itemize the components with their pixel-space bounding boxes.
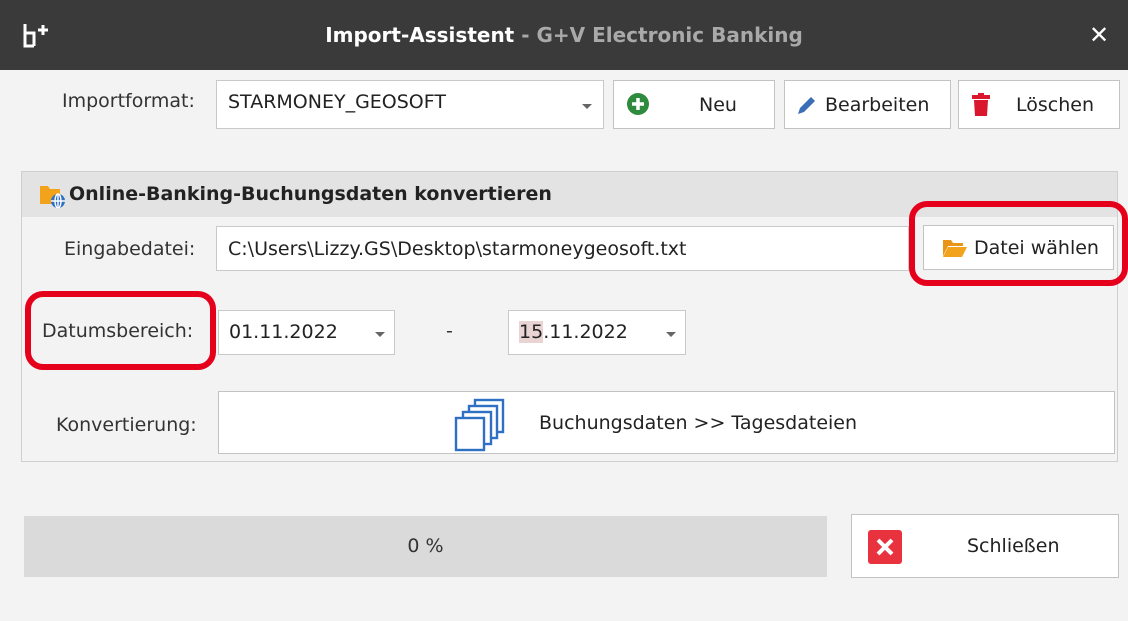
highlight-date-range bbox=[25, 291, 216, 370]
delete-button[interactable]: Löschen bbox=[958, 80, 1120, 129]
new-button-label: Neu bbox=[699, 94, 737, 116]
edit-button-label: Bearbeiten bbox=[825, 94, 930, 116]
window-title: Import-Assistent - G+V Electronic Bankin… bbox=[0, 0, 1128, 70]
convert-button-label: Buchungsdaten >> Tagesdateien bbox=[539, 412, 858, 434]
trash-icon bbox=[971, 93, 991, 122]
progress-bar: 0 % bbox=[24, 516, 827, 577]
date-to-rest: .11.2022 bbox=[543, 321, 628, 343]
input-file-value: C:\Users\Lizzy.GS\Desktop\starmoneygeoso… bbox=[228, 238, 687, 260]
delete-button-label: Löschen bbox=[1016, 94, 1094, 116]
date-separator: - bbox=[446, 320, 453, 342]
input-file-field[interactable]: C:\Users\Lizzy.GS\Desktop\starmoneygeoso… bbox=[216, 226, 909, 271]
date-to-value: 15.11.2022 bbox=[519, 321, 628, 343]
date-to-day: 15 bbox=[519, 321, 544, 343]
group-title: Online-Banking-Buchungsdaten konvertiere… bbox=[69, 183, 552, 205]
chevron-down-icon bbox=[582, 104, 592, 109]
title-bar: Import-Assistent - G+V Electronic Bankin… bbox=[0, 0, 1128, 70]
chevron-down-icon[interactable] bbox=[666, 332, 676, 337]
convert-button[interactable]: Buchungsdaten >> Tagesdateien bbox=[218, 391, 1115, 454]
date-to-picker[interactable]: 15.11.2022 bbox=[508, 310, 686, 355]
copy-stack-icon bbox=[453, 397, 507, 458]
close-button-label: Schließen bbox=[967, 535, 1060, 557]
highlight-choose-file bbox=[909, 201, 1128, 286]
plus-circle-icon bbox=[626, 92, 650, 121]
close-button[interactable]: Schließen bbox=[851, 514, 1119, 578]
x-square-icon bbox=[868, 530, 902, 569]
folder-globe-icon bbox=[38, 182, 66, 213]
conversion-label: Konvertierung: bbox=[56, 414, 197, 436]
new-button[interactable]: Neu bbox=[613, 80, 775, 129]
window-title-sub: - G+V Electronic Banking bbox=[514, 23, 803, 47]
import-format-dropdown[interactable]: STARMONEY_GEOSOFT bbox=[216, 80, 604, 129]
date-from-value: 01.11.2022 bbox=[229, 321, 338, 343]
edit-button[interactable]: Bearbeiten bbox=[784, 80, 951, 129]
close-window-icon[interactable]: ✕ bbox=[1084, 20, 1114, 50]
date-from-picker[interactable]: 01.11.2022 bbox=[218, 310, 395, 355]
input-file-label: Eingabedatei: bbox=[64, 238, 196, 260]
import-format-label: Importformat: bbox=[62, 90, 195, 112]
chevron-down-icon[interactable] bbox=[375, 332, 385, 337]
window-title-main: Import-Assistent bbox=[325, 23, 515, 47]
import-format-value: STARMONEY_GEOSOFT bbox=[228, 91, 446, 113]
pencil-icon bbox=[795, 93, 819, 122]
progress-text: 0 % bbox=[407, 535, 444, 557]
